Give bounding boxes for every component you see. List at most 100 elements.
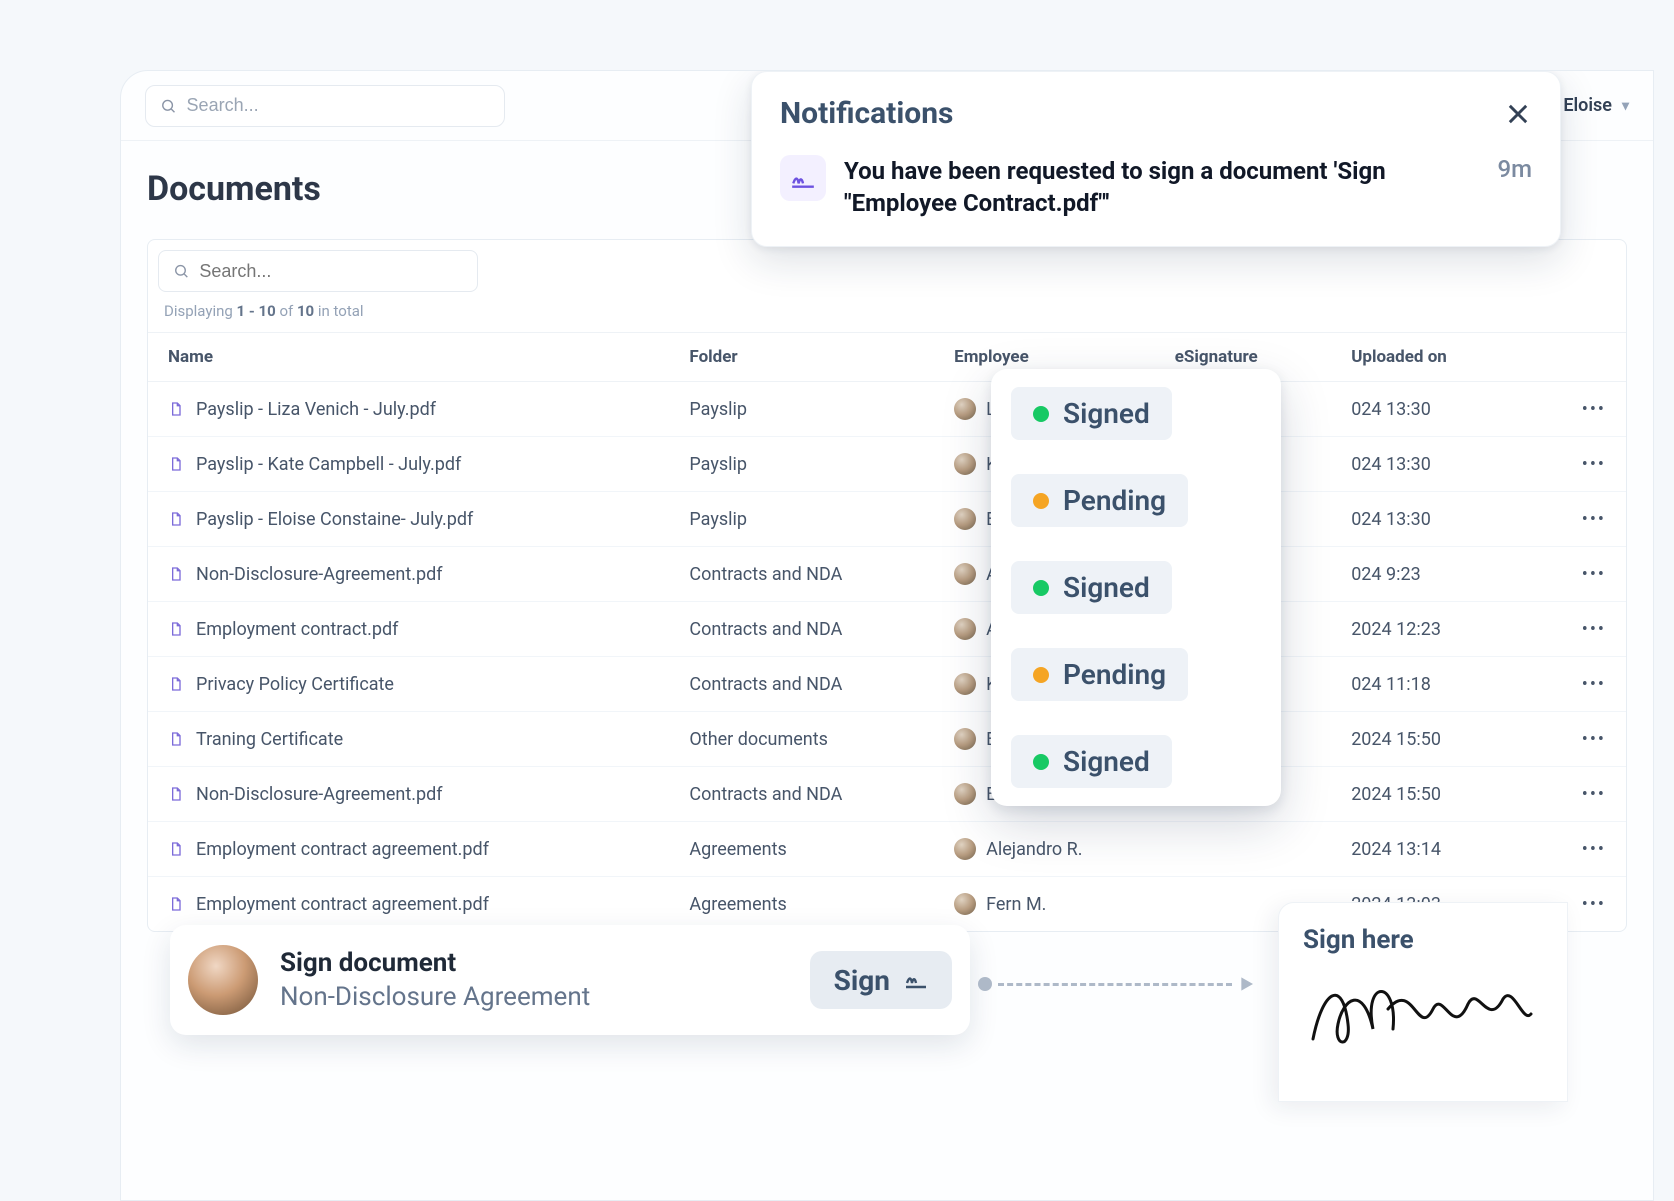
doc-name: Employment contract.pdf <box>196 619 398 640</box>
table-row[interactable]: Payslip - Eloise Constaine- July.pdfPays… <box>148 492 1626 547</box>
status-badge: Pending <box>1011 648 1188 701</box>
document-icon <box>168 894 184 914</box>
arrow-connector <box>978 974 1258 994</box>
sign-here-card[interactable]: Sign here <box>1278 902 1568 1102</box>
table-row[interactable]: Payslip - Liza Venich - July.pdfPayslipL… <box>148 382 1626 437</box>
doc-name: Non-Disclosure-Agreement.pdf <box>196 784 443 805</box>
document-icon <box>168 619 184 639</box>
document-icon <box>168 399 184 419</box>
signature-icon <box>790 165 816 191</box>
table-row[interactable]: Privacy Policy Certificate Contracts and … <box>148 657 1626 712</box>
row-menu-button[interactable]: ••• <box>1560 767 1626 822</box>
doc-folder: Payslip <box>677 437 942 492</box>
sign-here-title: Sign here <box>1303 925 1543 955</box>
table-row[interactable]: Employment contract.pdf Contracts and NDA… <box>148 602 1626 657</box>
employee-avatar <box>954 618 976 640</box>
table-row[interactable]: Traning CertificateOther documentsEmilia… <box>148 712 1626 767</box>
uploaded-on: 2024 12:23 <box>1339 602 1560 657</box>
notifications-panel: Notifications You have been requested to… <box>751 71 1561 247</box>
doc-folder: Contracts and NDA <box>677 767 942 822</box>
notification-icon-box <box>780 155 826 201</box>
document-icon <box>168 729 184 749</box>
documents-panel: Displaying 1 - 10 of 10 in total Name Fo… <box>147 239 1627 932</box>
status-label: Signed <box>1063 397 1150 430</box>
document-icon <box>168 509 184 529</box>
global-search-input[interactable] <box>187 95 490 116</box>
row-menu-button[interactable]: ••• <box>1560 712 1626 767</box>
arrow-head-icon <box>1238 974 1258 994</box>
user-name: Eloise <box>1563 95 1612 116</box>
row-menu-button[interactable]: ••• <box>1560 382 1626 437</box>
row-menu-button[interactable]: ••• <box>1560 492 1626 547</box>
employee-avatar <box>954 838 976 860</box>
doc-name: Non-Disclosure-Agreement.pdf <box>196 564 443 585</box>
doc-folder: Other documents <box>677 712 942 767</box>
notification-item[interactable]: You have been requested to sign a docume… <box>752 145 1560 246</box>
doc-folder: Agreements <box>677 877 942 932</box>
uploaded-on: 024 13:30 <box>1339 437 1560 492</box>
displaying-text: Displaying 1 - 10 of 10 in total <box>158 292 1616 328</box>
row-menu-button[interactable]: ••• <box>1560 822 1626 877</box>
handwritten-signature <box>1303 969 1533 1059</box>
column-uploaded[interactable]: Uploaded on <box>1339 333 1560 382</box>
employee-avatar <box>954 453 976 475</box>
global-search[interactable] <box>145 85 505 127</box>
arrow-start-dot <box>978 977 992 991</box>
status-label: Pending <box>1063 658 1166 691</box>
employee-avatar <box>954 893 976 915</box>
table-search[interactable] <box>158 250 478 292</box>
signature-icon <box>904 968 928 992</box>
sign-button[interactable]: Sign <box>810 951 952 1009</box>
close-button[interactable] <box>1504 100 1532 128</box>
document-icon <box>168 839 184 859</box>
status-label: Signed <box>1063 571 1150 604</box>
row-menu-button[interactable]: ••• <box>1560 602 1626 657</box>
status-badge: Signed <box>1011 561 1172 614</box>
sign-title: Sign document <box>280 948 590 978</box>
row-menu-button[interactable]: ••• <box>1560 657 1626 712</box>
column-folder[interactable]: Folder <box>677 333 942 382</box>
uploaded-on: 2024 13:14 <box>1339 822 1560 877</box>
doc-folder: Contracts and NDA <box>677 657 942 712</box>
row-menu-button[interactable]: ••• <box>1560 877 1626 932</box>
document-icon <box>168 454 184 474</box>
doc-folder: Contracts and NDA <box>677 602 942 657</box>
document-icon <box>168 564 184 584</box>
sign-subtitle: Non-Disclosure Agreement <box>280 982 590 1012</box>
sign-document-bar: Sign document Non-Disclosure Agreement S… <box>170 925 970 1035</box>
status-label: Pending <box>1063 484 1166 517</box>
employee-avatar <box>954 783 976 805</box>
table-row[interactable]: Payslip - Kate Campbell - July.pdfPaysli… <box>148 437 1626 492</box>
documents-table: Name Folder Employee eSignature Uploaded… <box>148 332 1626 931</box>
row-menu-button[interactable]: ••• <box>1560 547 1626 602</box>
notification-text: You have been requested to sign a docume… <box>844 155 1424 220</box>
search-icon <box>173 262 189 280</box>
doc-folder: Payslip <box>677 492 942 547</box>
employee-avatar <box>954 508 976 530</box>
status-badge: Signed <box>1011 735 1172 788</box>
table-row[interactable]: Non-Disclosure-Agreement.pdf Contracts an… <box>148 767 1626 822</box>
uploaded-on: 024 9:23 <box>1339 547 1560 602</box>
employee-avatar <box>954 563 976 585</box>
chevron-down-icon: ▾ <box>1622 98 1629 114</box>
column-name[interactable]: Name <box>148 333 677 382</box>
table-search-input[interactable] <box>199 261 463 282</box>
uploaded-on: 024 13:30 <box>1339 382 1560 437</box>
page-content: Documents Displaying 1 - 10 of 10 in tot… <box>121 141 1653 932</box>
status-card: Signed Pending Signed Pending Signed <box>991 369 1281 806</box>
employee-name: Alejandro R. <box>986 839 1082 860</box>
uploaded-on: 024 13:30 <box>1339 492 1560 547</box>
table-row[interactable]: Non-Disclosure-Agreement.pdf Contracts an… <box>148 547 1626 602</box>
document-icon <box>168 674 184 694</box>
notifications-title: Notifications <box>780 96 953 131</box>
doc-folder: Agreements <box>677 822 942 877</box>
uploaded-on: 2024 15:50 <box>1339 767 1560 822</box>
table-row[interactable]: Employment contract agreement.pdfAgreeme… <box>148 822 1626 877</box>
search-icon <box>160 97 177 115</box>
row-menu-button[interactable]: ••• <box>1560 437 1626 492</box>
doc-name: Traning Certificate <box>196 729 343 750</box>
doc-folder: Contracts and NDA <box>677 547 942 602</box>
document-icon <box>168 784 184 804</box>
employee-avatar <box>954 673 976 695</box>
doc-name: Privacy Policy Certificate <box>196 674 394 695</box>
